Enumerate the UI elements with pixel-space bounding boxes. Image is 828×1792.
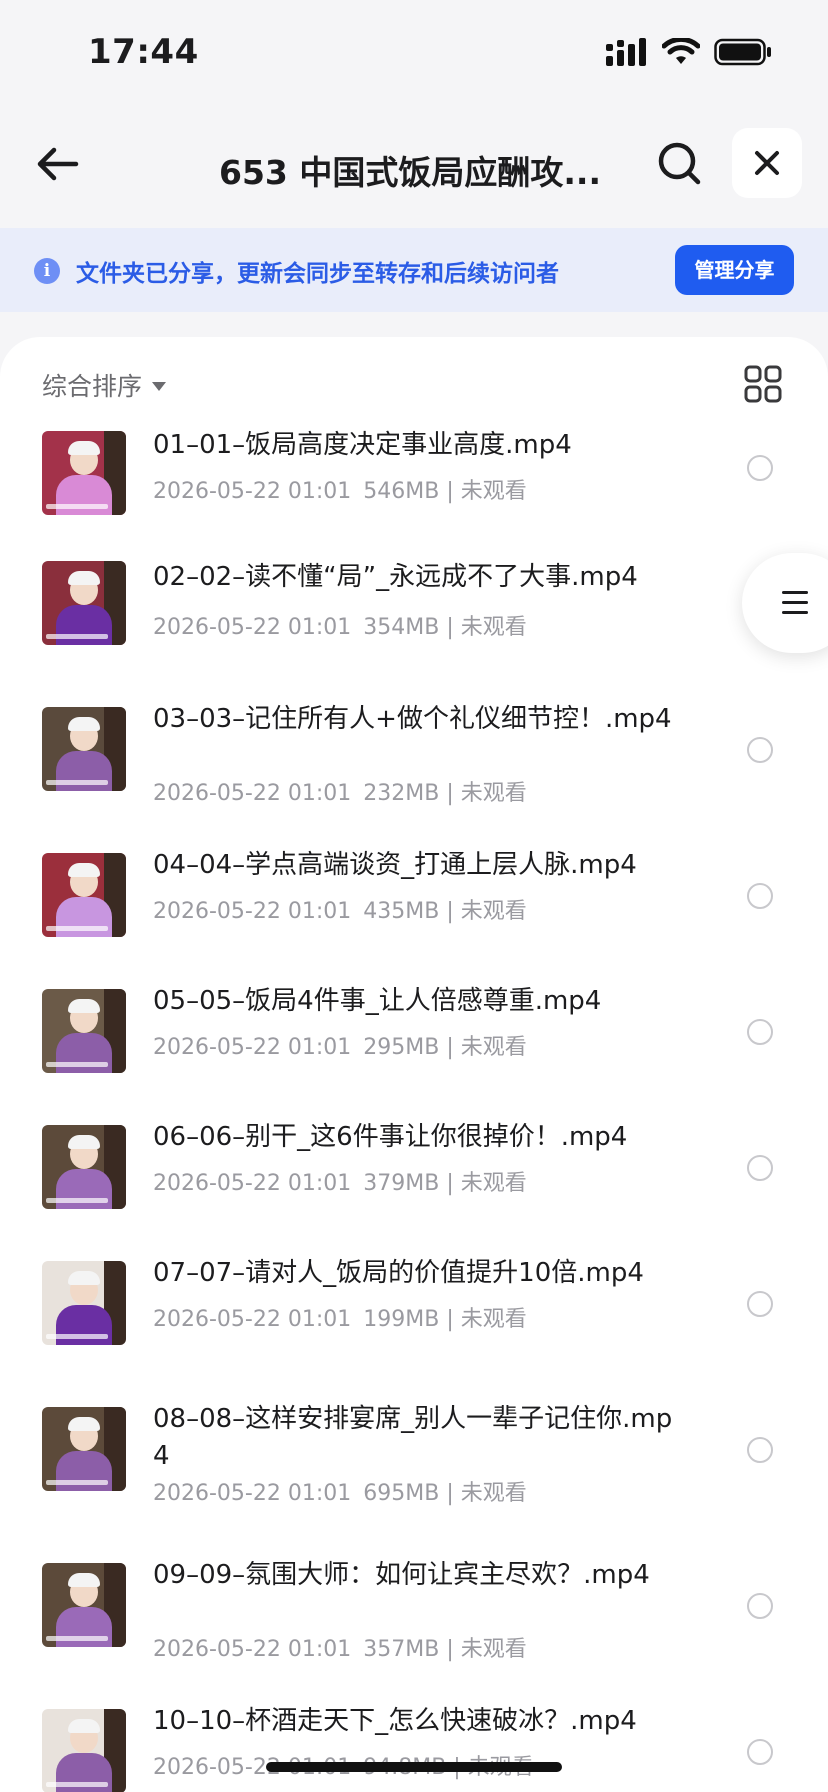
file-date: 2026-05-22 01:01: [153, 1171, 352, 1196]
caret-down-icon: [152, 382, 167, 391]
file-meta: 2026-05-22 01:01 295MB | 未观看: [153, 1029, 527, 1061]
file-size: 695MB: [363, 1481, 440, 1506]
file-name: 01–01–饭局高度决定事业高度.mp4: [153, 430, 572, 460]
close-button[interactable]: [732, 128, 802, 198]
manage-share-button[interactable]: 管理分享: [675, 245, 794, 295]
meta-separator: |: [439, 1307, 461, 1332]
file-name: 03–03–记住所有人+做个礼仪细节控！.mp4: [153, 704, 672, 734]
video-thumbnail: [42, 1709, 126, 1792]
menu-icon-line: [782, 611, 808, 614]
menu-icon: [782, 591, 808, 594]
meta-separator: |: [439, 1171, 461, 1196]
meta-separator: |: [439, 899, 461, 924]
share-message: 文件夹已分享，更新会同步至转存和后续访问者: [76, 261, 559, 287]
signal-icon: [606, 38, 646, 66]
watch-status: 未观看: [460, 1035, 527, 1060]
file-size: 199MB: [363, 1307, 440, 1332]
select-radio[interactable]: [747, 737, 773, 763]
file-meta: 2026-05-22 01:01 357MB | 未观看: [153, 1631, 527, 1663]
file-size: 357MB: [363, 1637, 440, 1662]
file-meta: 2026-05-22 01:01 354MB | 未观看: [153, 609, 527, 641]
battery-icon: [714, 38, 771, 66]
file-size: 295MB: [363, 1035, 440, 1060]
watch-status: 未观看: [460, 1171, 527, 1196]
meta-separator: |: [439, 615, 461, 640]
select-radio[interactable]: [747, 1593, 773, 1619]
file-name: 09–09–氛围大师：如何让宾主尽欢？.mp4: [153, 1560, 650, 1590]
status-icons: [606, 38, 772, 66]
status-bar: 17:44: [0, 0, 828, 110]
file-size: 546MB: [363, 479, 440, 504]
select-radio[interactable]: [747, 455, 773, 481]
select-radio[interactable]: [747, 1437, 773, 1463]
watch-status: 未观看: [460, 781, 527, 806]
file-date: 2026-05-22 01:01: [153, 479, 352, 504]
meta-separator: |: [439, 1637, 461, 1662]
video-thumbnail: [42, 1261, 126, 1345]
watch-status: 未观看: [460, 1481, 527, 1506]
file-name: 10–10–杯酒走天下_怎么快速破冰？.mp4: [153, 1706, 637, 1736]
file-name: 08–08–这样安排宴席_别人一辈子记住你.mp4: [153, 1404, 673, 1471]
file-date: 2026-05-22 01:01: [153, 1307, 352, 1332]
share-banner: i 文件夹已分享，更新会同步至转存和后续访问者 管理分享: [0, 228, 828, 312]
home-indicator: [266, 1762, 562, 1772]
status-time: 17:44: [88, 32, 199, 72]
meta-separator: |: [439, 479, 461, 504]
sort-label: 综合排序: [42, 372, 143, 401]
file-size: 354MB: [363, 615, 440, 640]
video-thumbnail: [42, 989, 126, 1073]
file-name: 04–04–学点高端谈资_打通上层人脉.mp4: [153, 850, 637, 880]
wifi-icon: [662, 38, 700, 64]
grid-view-icon[interactable]: [744, 365, 782, 403]
file-date: 2026-05-22 01:01: [153, 899, 352, 924]
sort-dropdown[interactable]: 综合排序: [42, 367, 167, 403]
select-radio[interactable]: [747, 1739, 773, 1765]
file-date: 2026-05-22 01:01: [153, 615, 352, 640]
video-thumbnail: [42, 431, 126, 515]
watch-status: 未观看: [460, 479, 527, 504]
watch-status: 未观看: [460, 1637, 527, 1662]
nav-bar: 653 中国式饭局应酬攻...: [0, 110, 828, 228]
watch-status: 未观看: [460, 1307, 527, 1332]
select-radio[interactable]: [747, 1155, 773, 1181]
watch-status: 未观看: [460, 615, 527, 640]
file-meta: 2026-05-22 01:01 435MB | 未观看: [153, 893, 527, 925]
watch-status: 未观看: [460, 899, 527, 924]
file-date: 2026-05-22 01:01: [153, 781, 352, 806]
file-date: 2026-05-22 01:01: [153, 1481, 352, 1506]
file-meta: 2026-05-22 01:01 546MB | 未观看: [153, 473, 527, 505]
file-date: 2026-05-22 01:01: [153, 1035, 352, 1060]
file-size: 435MB: [363, 899, 440, 924]
select-radio[interactable]: [747, 1291, 773, 1317]
menu-icon-line: [782, 601, 808, 604]
file-name: 07–07–请对人_饭局的价值提升10倍.mp4: [153, 1258, 644, 1288]
select-radio[interactable]: [747, 1019, 773, 1045]
file-list-sheet: 综合排序 01–01–饭局高度决定事业高度.mp4 2026-05-22 01:0…: [0, 337, 828, 1792]
info-icon: i: [34, 258, 60, 284]
file-meta: 2026-05-22 01:01 232MB | 未观看: [153, 775, 527, 807]
file-size: 379MB: [363, 1171, 440, 1196]
video-thumbnail: [42, 1407, 126, 1491]
back-arrow-icon[interactable]: [34, 140, 82, 188]
meta-separator: |: [439, 781, 461, 806]
file-meta: 2026-05-22 01:01 379MB | 未观看: [153, 1165, 527, 1197]
meta-separator: |: [439, 1481, 461, 1506]
file-size: 232MB: [363, 781, 440, 806]
video-thumbnail: [42, 853, 126, 937]
file-date: 2026-05-22 01:01: [153, 1637, 352, 1662]
file-meta: 2026-05-22 01:01 695MB | 未观看: [153, 1475, 527, 1507]
select-radio[interactable]: [747, 883, 773, 909]
video-thumbnail: [42, 1125, 126, 1209]
file-name: 02–02–读不懂“局”_永远成不了大事.mp4: [153, 562, 638, 592]
video-thumbnail: [42, 561, 126, 645]
close-icon: [755, 151, 779, 175]
page-title: 653 中国式饭局应酬攻...: [219, 153, 601, 192]
file-meta: 2026-05-22 01:01 199MB | 未观看: [153, 1301, 527, 1333]
search-icon[interactable]: [656, 140, 702, 186]
meta-separator: |: [439, 1035, 461, 1060]
video-thumbnail: [42, 1563, 126, 1647]
video-thumbnail: [42, 707, 126, 791]
file-name: 05–05–饭局4件事_让人倍感尊重.mp4: [153, 986, 602, 1016]
file-name: 06–06–别干_这6件事让你很掉价！.mp4: [153, 1122, 628, 1152]
